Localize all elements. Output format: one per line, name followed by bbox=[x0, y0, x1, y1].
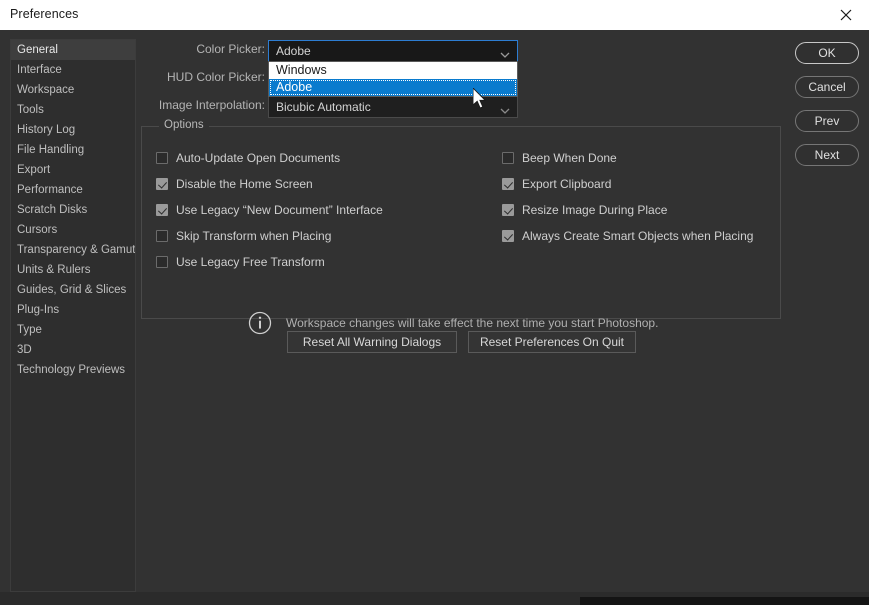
desktop-strip-right bbox=[580, 597, 869, 605]
checkbox-unchecked-icon[interactable] bbox=[156, 152, 168, 164]
checkbox-unchecked-icon[interactable] bbox=[156, 256, 168, 268]
sidebar-item-label: Cursors bbox=[17, 224, 58, 236]
sidebar-item-label: Plug-Ins bbox=[17, 304, 60, 316]
reset-all-warning-dialogs-button[interactable]: Reset All Warning Dialogs bbox=[287, 331, 457, 353]
sidebar-item-label: File Handling bbox=[17, 144, 85, 156]
sidebar-item-label: Export bbox=[17, 164, 51, 176]
checkbox-row-use-legacy-new-document-interface[interactable]: Use Legacy “New Document” Interface bbox=[156, 201, 383, 219]
checkbox-label: Export Clipboard bbox=[522, 177, 612, 191]
sidebar-item-plug-ins[interactable]: Plug-Ins bbox=[11, 300, 135, 320]
sidebar-item-label: Scratch Disks bbox=[17, 204, 88, 216]
checkbox-label: Use Legacy “New Document” Interface bbox=[176, 203, 383, 217]
checkbox-label: Resize Image During Place bbox=[522, 203, 668, 217]
checkbox-row-disable-the-home-screen[interactable]: Disable the Home Screen bbox=[156, 175, 313, 193]
checkbox-unchecked-icon[interactable] bbox=[156, 230, 168, 242]
checkbox-row-skip-transform-when-placing[interactable]: Skip Transform when Placing bbox=[156, 227, 331, 245]
image-interpolation-value: Bicubic Automatic bbox=[276, 100, 371, 114]
checkbox-checked-icon[interactable] bbox=[156, 178, 168, 190]
category-list[interactable]: General Interface Workspace Tools History Lo… bbox=[10, 39, 136, 592]
close-button[interactable] bbox=[823, 0, 869, 29]
sidebar-item-history-log[interactable]: History Log bbox=[11, 120, 135, 140]
checkbox-row-auto-update-open-documents[interactable]: Auto-Update Open Documents bbox=[156, 149, 340, 167]
checkbox-row-resize-image-during-place[interactable]: Resize Image During Place bbox=[502, 201, 667, 219]
sidebar-item-interface[interactable]: Interface bbox=[11, 60, 135, 80]
sidebar-item-label: Workspace bbox=[17, 84, 75, 96]
checkbox-label: Use Legacy Free Transform bbox=[176, 255, 325, 269]
sidebar-item-label: Performance bbox=[17, 184, 83, 196]
title-bar: Preferences bbox=[0, 0, 869, 31]
sidebar-item-type[interactable]: Type bbox=[11, 320, 135, 340]
checkbox-unchecked-icon[interactable] bbox=[502, 152, 514, 164]
sidebar-item-label: Interface bbox=[17, 64, 62, 76]
color-picker-value: Adobe bbox=[276, 44, 311, 58]
sidebar-item-label: Units & Rulers bbox=[17, 264, 91, 276]
sidebar-item-scratch-disks[interactable]: Scratch Disks bbox=[11, 200, 135, 220]
color-picker-option-windows[interactable]: Windows bbox=[269, 62, 517, 79]
sidebar-item-general[interactable]: General bbox=[11, 40, 135, 60]
dialog-body: General Interface Workspace Tools History Lo… bbox=[0, 30, 869, 592]
row-color-picker: Color Picker: Adobe bbox=[140, 40, 530, 62]
prev-button[interactable]: Prev bbox=[795, 110, 859, 132]
preferences-dialog: Preferences General Interface Workspace Too… bbox=[0, 0, 869, 605]
checkbox-label: Skip Transform when Placing bbox=[176, 229, 332, 243]
sidebar-item-label: Guides, Grid & Slices bbox=[17, 284, 127, 296]
sidebar-item-label: Tools bbox=[17, 104, 44, 116]
window-title: Preferences bbox=[10, 7, 79, 21]
checkbox-checked-icon[interactable] bbox=[502, 230, 514, 242]
sidebar-item-workspace[interactable]: Workspace bbox=[11, 80, 135, 100]
checkbox-row-beep-when-done[interactable]: Beep When Done bbox=[502, 149, 617, 167]
checkbox-checked-icon[interactable] bbox=[502, 204, 514, 216]
options-group: Options Auto-Update Open Documents Disabl… bbox=[141, 119, 781, 319]
workspace-note-text: Workspace changes will take effect the n… bbox=[286, 316, 659, 330]
sidebar-item-label: Transparency & Gamut bbox=[17, 244, 136, 256]
color-picker-dropdown-list[interactable]: Windows Adobe bbox=[268, 61, 518, 97]
color-picker-combobox[interactable]: Adobe bbox=[268, 40, 518, 62]
sidebar-item-label: 3D bbox=[17, 344, 32, 356]
sidebar-item-3d[interactable]: 3D bbox=[11, 340, 135, 360]
sidebar-item-export[interactable]: Export bbox=[11, 160, 135, 180]
sidebar-item-transparency-gamut[interactable]: Transparency & Gamut bbox=[11, 240, 135, 260]
sidebar-item-cursors[interactable]: Cursors bbox=[11, 220, 135, 240]
sidebar-item-performance[interactable]: Performance bbox=[11, 180, 135, 200]
checkbox-label: Auto-Update Open Documents bbox=[176, 151, 341, 165]
checkbox-label: Disable the Home Screen bbox=[176, 177, 313, 191]
checkbox-row-always-create-smart-objects-when-placing[interactable]: Always Create Smart Objects when Placing bbox=[502, 227, 753, 245]
color-picker-label: Color Picker: bbox=[196, 42, 265, 56]
sidebar-item-units-rulers[interactable]: Units & Rulers bbox=[11, 260, 135, 280]
next-button[interactable]: Next bbox=[795, 144, 859, 166]
sidebar-item-label: Type bbox=[17, 324, 42, 336]
hud-color-picker-label: HUD Color Picker: bbox=[166, 70, 265, 84]
sidebar-item-file-handling[interactable]: File Handling bbox=[11, 140, 135, 160]
close-icon bbox=[840, 9, 852, 21]
color-picker-option-adobe[interactable]: Adobe bbox=[269, 79, 517, 96]
cancel-button[interactable]: Cancel bbox=[795, 76, 859, 98]
reset-preferences-on-quit-button[interactable]: Reset Preferences On Quit bbox=[468, 331, 636, 353]
sidebar-item-tools[interactable]: Tools bbox=[11, 100, 135, 120]
sidebar-item-label: Technology Previews bbox=[17, 364, 126, 376]
checkbox-checked-icon[interactable] bbox=[502, 178, 514, 190]
ok-button[interactable]: OK bbox=[795, 42, 859, 64]
image-interpolation-label: Image Interpolation: bbox=[158, 98, 265, 112]
checkbox-label: Beep When Done bbox=[522, 151, 617, 165]
info-icon bbox=[248, 311, 272, 335]
checkbox-checked-icon[interactable] bbox=[156, 204, 168, 216]
sidebar-item-technology-previews[interactable]: Technology Previews bbox=[11, 360, 135, 380]
chevron-down-icon bbox=[499, 47, 511, 58]
chevron-down-icon bbox=[499, 103, 511, 114]
image-interpolation-combobox[interactable]: Bicubic Automatic bbox=[268, 96, 518, 118]
options-group-title: Options bbox=[159, 119, 209, 131]
sidebar-item-guides-grid-slices[interactable]: Guides, Grid & Slices bbox=[11, 280, 135, 300]
sidebar-item-label: History Log bbox=[17, 124, 76, 136]
checkbox-label: Always Create Smart Objects when Placing bbox=[522, 229, 754, 243]
sidebar-item-label: General bbox=[17, 44, 58, 56]
row-image-interpolation: Image Interpolation: Bicubic Automatic bbox=[140, 96, 530, 118]
checkbox-row-use-legacy-free-transform[interactable]: Use Legacy Free Transform bbox=[156, 253, 325, 271]
checkbox-row-export-clipboard[interactable]: Export Clipboard bbox=[502, 175, 611, 193]
